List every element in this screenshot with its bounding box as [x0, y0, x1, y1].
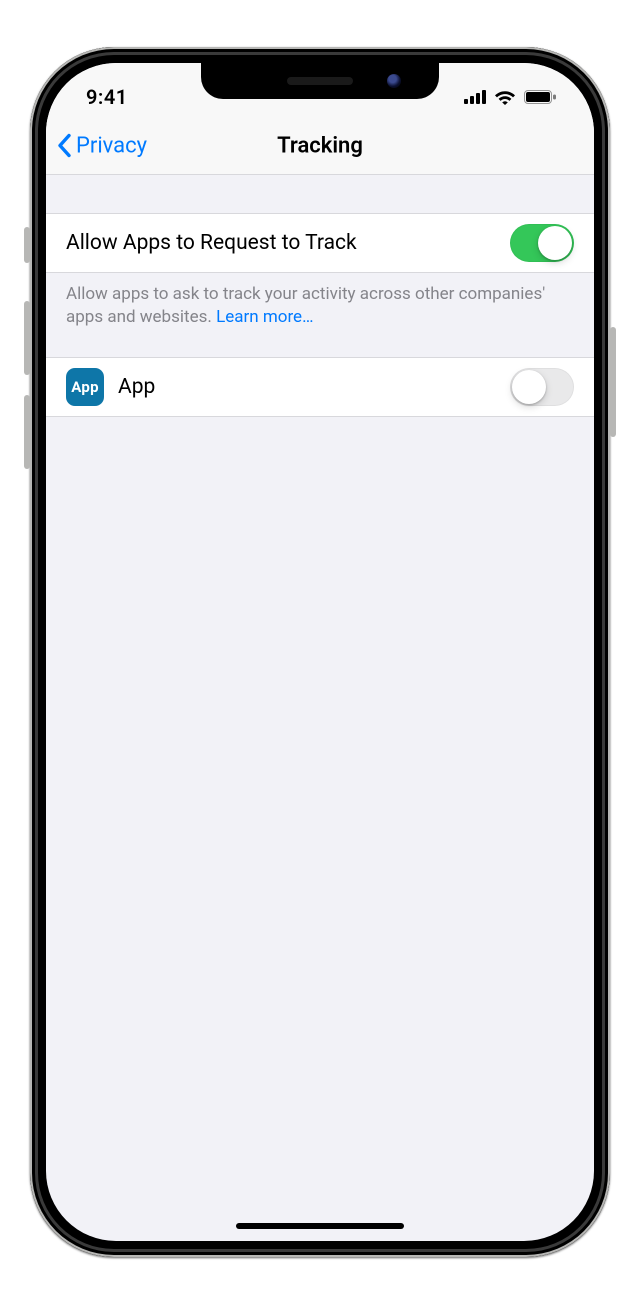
home-indicator[interactable] — [236, 1223, 404, 1229]
toggle-knob — [512, 370, 546, 404]
device-notch — [201, 63, 439, 99]
status-icons — [464, 89, 566, 105]
learn-more-link[interactable]: Learn more… — [216, 307, 313, 327]
device-silence-switch — [24, 227, 30, 263]
allow-footer-text: Allow apps to ask to track your activity… — [46, 273, 594, 357]
device-speaker — [287, 77, 353, 85]
allow-apps-request-track-toggle[interactable] — [510, 224, 574, 262]
device-volume-up — [24, 301, 30, 375]
status-time: 9:41 — [86, 85, 128, 109]
app-tracking-list: App App — [46, 357, 594, 417]
app-icon: App — [66, 368, 104, 406]
app-tracking-toggle[interactable] — [510, 368, 574, 406]
app-name-label: App — [118, 375, 155, 399]
page-title: Tracking — [46, 133, 594, 158]
app-tracking-row: App App — [46, 357, 594, 417]
screen: 9:41 Privacy Tracking Allow Apps to Requ… — [46, 63, 594, 1241]
device-volume-down — [24, 395, 30, 469]
allow-apps-request-track-row: Allow Apps to Request to Track — [46, 213, 594, 273]
toggle-knob — [538, 226, 572, 260]
nav-bar: Privacy Tracking — [46, 117, 594, 175]
device-frame: 9:41 Privacy Tracking Allow Apps to Requ… — [30, 47, 610, 1257]
device-power-button — [610, 327, 616, 437]
cellular-signal-icon — [464, 90, 486, 104]
content: Allow Apps to Request to Track Allow app… — [46, 175, 594, 417]
battery-icon — [524, 90, 556, 104]
device-camera — [387, 74, 401, 88]
allow-label: Allow Apps to Request to Track — [66, 231, 357, 255]
wifi-icon — [494, 89, 516, 105]
